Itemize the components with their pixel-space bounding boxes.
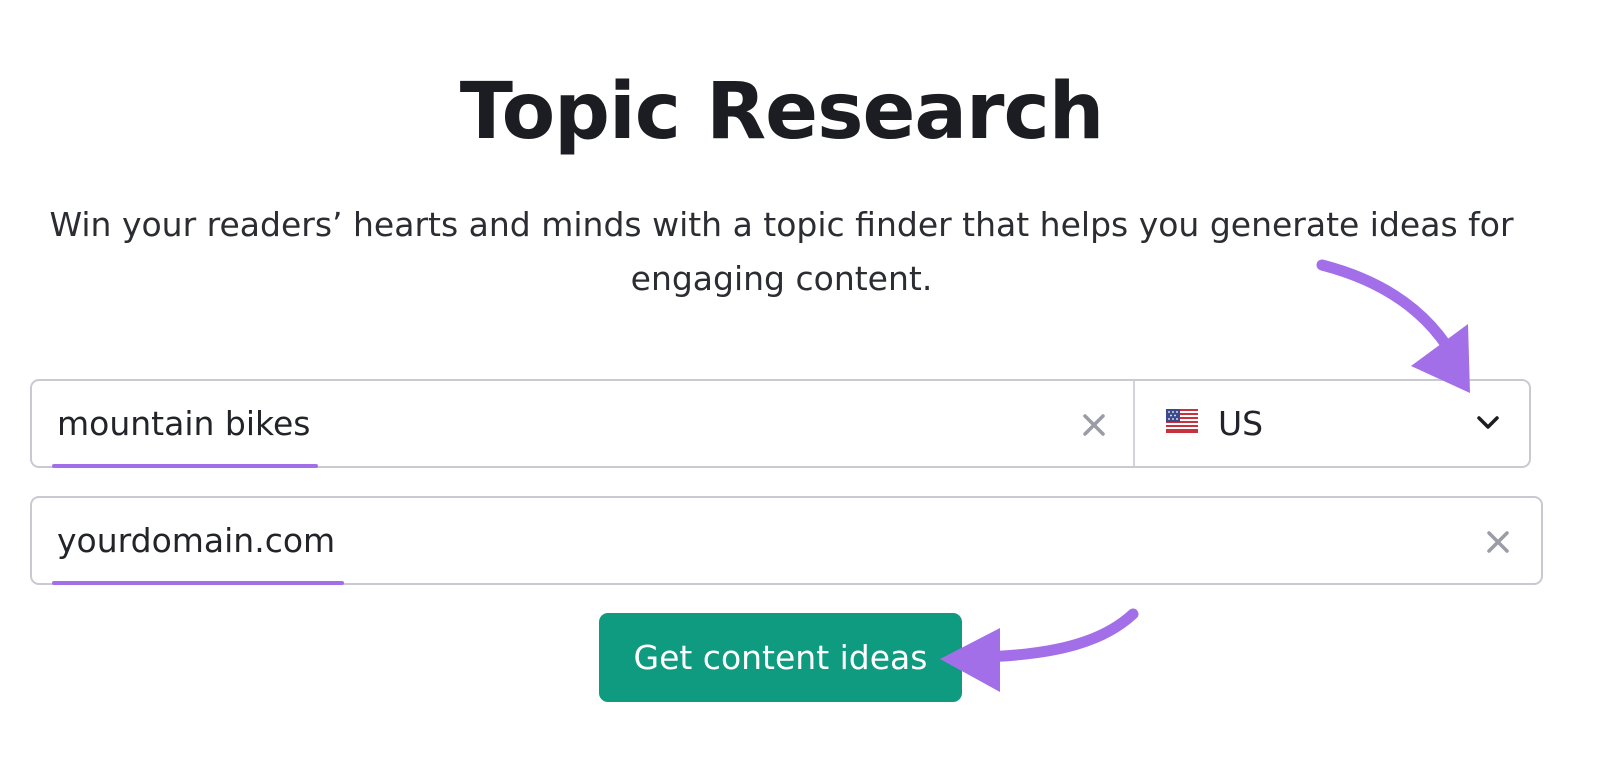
keyword-underline-annotation — [52, 464, 318, 468]
page-subtitle: Win your readers’ hearts and minds with … — [49, 205, 1514, 298]
arrow-to-button-icon — [974, 608, 1139, 663]
keyword-input[interactable]: mountain bikes — [57, 401, 310, 447]
domain-underline-annotation — [52, 581, 344, 585]
page-title: Topic Research — [459, 67, 1105, 157]
close-icon[interactable] — [1485, 529, 1511, 555]
domain-row: yourdomain.com — [30, 496, 1543, 585]
country-label: US — [1218, 404, 1264, 443]
chevron-down-icon[interactable] — [1475, 414, 1501, 432]
get-content-ideas-button[interactable]: Get content ideas — [599, 613, 962, 702]
domain-input[interactable]: yourdomain.com — [57, 518, 335, 564]
close-icon[interactable] — [1081, 412, 1107, 438]
us-flag-icon — [1166, 409, 1198, 433]
country-select[interactable]: US — [1135, 381, 1529, 466]
keyword-row: mountain bikes US — [30, 379, 1531, 468]
